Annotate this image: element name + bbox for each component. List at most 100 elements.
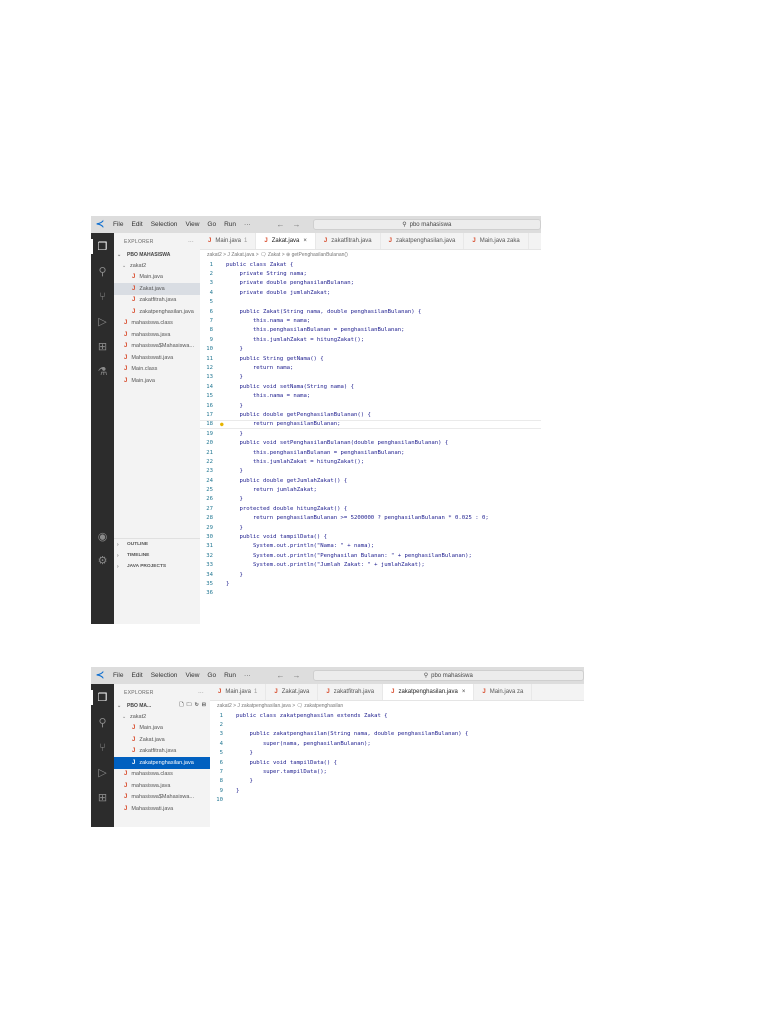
menu-view[interactable]: View bbox=[181, 221, 203, 228]
tab-zakatpenghasilan-java[interactable]: J zakatpenghasilan.java × bbox=[383, 684, 475, 700]
tab-zakatfitrah-java[interactable]: J zakatfitrah.java bbox=[316, 233, 381, 249]
section-outline[interactable]: › OUTLINE bbox=[114, 539, 200, 550]
menu-run[interactable]: Run bbox=[220, 672, 240, 679]
code-line[interactable]: 4 super(nama, penghasilanBulanan); bbox=[210, 739, 584, 748]
search-icon[interactable]: ⚲ bbox=[95, 715, 110, 730]
code-line[interactable]: 33 System.out.println("Jumlah Zakat: " +… bbox=[200, 561, 541, 570]
code-line[interactable]: 3 private double penghasilanBulanan; bbox=[200, 279, 541, 288]
menu-go[interactable]: Go bbox=[203, 221, 220, 228]
tree-item-main-class[interactable]: J Main.class bbox=[114, 364, 200, 376]
tree-item-mahasiswati-java[interactable]: J Mahasiswati.java bbox=[114, 803, 210, 815]
menu-run[interactable]: Run bbox=[220, 221, 240, 228]
code-editor[interactable]: 1 public class Zakat {2 private String na… bbox=[200, 260, 541, 598]
code-line[interactable]: 18 ● return penghasilanBulanan; bbox=[200, 419, 541, 430]
menu-edit[interactable]: Edit bbox=[127, 221, 146, 228]
extensions-icon[interactable]: ⊞ bbox=[95, 790, 110, 805]
menu-more[interactable]: ··· bbox=[240, 221, 255, 228]
tree-item-mahasiswa-inner[interactable]: J mahasiswa$Mahasiswa... bbox=[114, 792, 210, 804]
code-line[interactable]: 7 this.nama = nama; bbox=[200, 316, 541, 325]
tab-main-java-2[interactable]: J Main.java za bbox=[474, 684, 533, 700]
menu-file[interactable]: File bbox=[109, 672, 127, 679]
code-line[interactable]: 8 } bbox=[210, 777, 584, 786]
tab-zakatfitrah-java[interactable]: J zakatfitrah.java bbox=[318, 684, 384, 700]
collapse-all-icon[interactable]: ⊟ bbox=[202, 702, 206, 710]
lightbulb-icon[interactable]: ● bbox=[220, 421, 224, 428]
tree-item-mahasiswa-class[interactable]: J mahasiswa.class bbox=[114, 769, 210, 781]
extensions-icon[interactable]: ⊞ bbox=[95, 339, 110, 354]
code-line[interactable]: 32 System.out.println("Penghasilan Bulan… bbox=[200, 551, 541, 560]
code-line[interactable]: 35} bbox=[200, 579, 541, 588]
code-line[interactable]: 17 public double getPenghasilanBulanan()… bbox=[200, 410, 541, 419]
code-line[interactable]: 22 this.jumlahZakat = hitungZakat(); bbox=[200, 457, 541, 466]
code-line[interactable]: 6 public Zakat(String nama, double pengh… bbox=[200, 307, 541, 316]
code-line[interactable]: 36 bbox=[200, 589, 541, 598]
code-line[interactable]: 9} bbox=[210, 786, 584, 795]
explorer-icon[interactable]: ❐ bbox=[91, 239, 110, 254]
breadcrumb[interactable]: zakat2 > J zakatpenghasilan.java > 🗨 zak… bbox=[210, 701, 584, 711]
tab-main-java[interactable]: J Main.java 1 bbox=[200, 233, 257, 249]
tree-item-zakatfitrah-java[interactable]: J zakatfitrah.java bbox=[114, 746, 210, 758]
code-line[interactable]: 7 super.tampilData(); bbox=[210, 767, 584, 776]
tree-item-main-java[interactable]: J Main.java bbox=[114, 272, 200, 284]
close-icon[interactable]: × bbox=[462, 689, 466, 695]
code-line[interactable]: 3 public zakatpenghasilan(String nama, d… bbox=[210, 730, 584, 739]
code-line[interactable]: 25 return jumlahZakat; bbox=[200, 485, 541, 494]
project-root[interactable]: ⌄ PBO MA... 🗋 🗀 ↻ ⊟ bbox=[114, 701, 210, 711]
code-line[interactable]: 16 } bbox=[200, 401, 541, 410]
tree-item-mahasiswa-java[interactable]: J mahasiswa.java bbox=[114, 780, 210, 792]
code-line[interactable]: 19 } bbox=[200, 429, 541, 438]
code-line[interactable]: 20 public void setPenghasilanBulanan(dou… bbox=[200, 438, 541, 447]
testing-icon[interactable]: ⚗ bbox=[95, 364, 110, 379]
search-icon[interactable]: ⚲ bbox=[95, 264, 110, 279]
tab-zakat-java[interactable]: J Zakat.java × bbox=[256, 233, 316, 249]
menu-selection[interactable]: Selection bbox=[147, 672, 182, 679]
account-icon[interactable]: ◉ bbox=[95, 529, 110, 544]
code-line[interactable]: 34 } bbox=[200, 570, 541, 579]
menu-view[interactable]: View bbox=[181, 672, 203, 679]
menu-selection[interactable]: Selection bbox=[147, 221, 182, 228]
source-control-icon[interactable]: ⑂ bbox=[95, 740, 110, 755]
tab-main-java-2[interactable]: J Main.java zaka bbox=[464, 233, 529, 249]
code-line[interactable]: 6 public void tampilData() { bbox=[210, 758, 584, 767]
code-line[interactable]: 10 bbox=[210, 796, 584, 805]
tree-item-mahasiswa-class[interactable]: J mahasiswa.class bbox=[114, 318, 200, 330]
explorer-more-button[interactable]: ··· bbox=[198, 690, 204, 696]
code-line[interactable]: 13 } bbox=[200, 373, 541, 382]
tree-item-zakatpenghasilan-java[interactable]: J zakatpenghasilan.java bbox=[114, 757, 210, 769]
code-line[interactable]: 11 public String getNama() { bbox=[200, 354, 541, 363]
code-line[interactable]: 15 this.nama = nama; bbox=[200, 391, 541, 400]
tree-item-mahasiswati-java[interactable]: J Mahasiswati.java bbox=[114, 352, 200, 364]
code-line[interactable]: 27 protected double hitungZakat() { bbox=[200, 504, 541, 513]
back-arrow-icon[interactable]: ← bbox=[273, 220, 289, 229]
explorer-icon[interactable]: ❐ bbox=[91, 690, 110, 705]
run-debug-icon[interactable]: ▷ bbox=[95, 765, 110, 780]
code-line[interactable]: 14 public void setNama(String nama) { bbox=[200, 382, 541, 391]
tree-item-zakat-java[interactable]: J Zakat.java bbox=[114, 283, 200, 295]
code-line[interactable]: 8 this.penghasilanBulanan = penghasilanB… bbox=[200, 326, 541, 335]
code-line[interactable]: 4 private double jumlahZakat; bbox=[200, 288, 541, 297]
tree-item-main-java[interactable]: J Main.java bbox=[114, 723, 210, 735]
code-line[interactable]: 29 } bbox=[200, 523, 541, 532]
close-icon[interactable]: × bbox=[303, 238, 307, 244]
code-line[interactable]: 23 } bbox=[200, 467, 541, 476]
code-editor[interactable]: 1 public class zakatpenghasilan extends Z… bbox=[210, 711, 584, 805]
tree-item-zakat-java[interactable]: J Zakat.java bbox=[114, 734, 210, 746]
code-line[interactable]: 10 } bbox=[200, 345, 541, 354]
source-control-icon[interactable]: ⑂ bbox=[95, 289, 110, 304]
tree-item-zakatpenghasilan-java[interactable]: J zakatpenghasilan.java bbox=[114, 306, 200, 318]
code-line[interactable]: 5 bbox=[200, 298, 541, 307]
back-arrow-icon[interactable]: ← bbox=[273, 671, 289, 680]
code-line[interactable]: 2 bbox=[210, 720, 584, 729]
tree-item-zakatfitrah-java[interactable]: J zakatfitrah.java bbox=[114, 295, 200, 307]
code-line[interactable]: 31 System.out.println("Nama: " + nama); bbox=[200, 542, 541, 551]
section-timeline[interactable]: › TIMELINE bbox=[114, 550, 200, 561]
code-line[interactable]: 5 } bbox=[210, 749, 584, 758]
menu-go[interactable]: Go bbox=[203, 672, 220, 679]
menu-edit[interactable]: Edit bbox=[127, 672, 146, 679]
section-java-projects[interactable]: › JAVA PROJECTS bbox=[114, 561, 200, 572]
code-line[interactable]: 1 public class zakatpenghasilan extends Z… bbox=[210, 711, 584, 720]
code-line[interactable]: 24 public double getJumlahZakat() { bbox=[200, 476, 541, 485]
refresh-icon[interactable]: ↻ bbox=[195, 702, 199, 710]
code-line[interactable]: 26 } bbox=[200, 495, 541, 504]
tree-item-main-java-root[interactable]: J Main.java bbox=[114, 375, 200, 387]
